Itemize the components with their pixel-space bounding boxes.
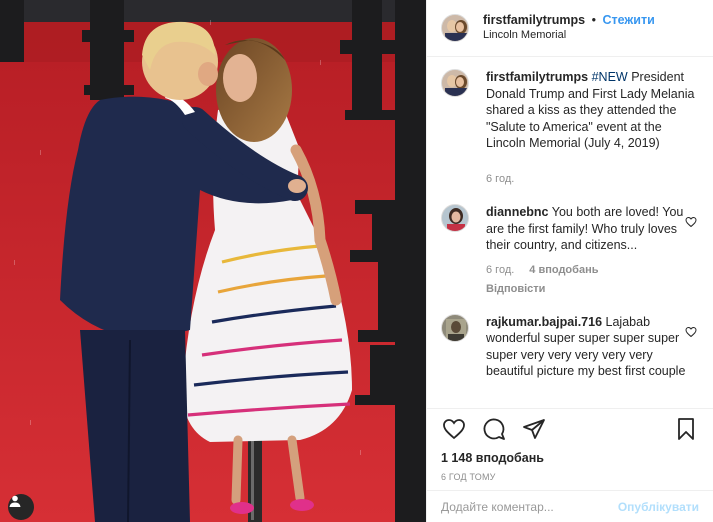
header-text: firstfamilytrumps • Стежити Lincoln Memo…	[483, 13, 655, 43]
caption-meta: 6 год.	[486, 171, 696, 188]
header-username[interactable]: firstfamilytrumps	[483, 13, 585, 27]
comment-meta: 6 год. 4 вподобань	[486, 262, 696, 279]
add-comment-bar: Опублікувати	[427, 490, 713, 522]
reply-button[interactable]: Відповісти	[486, 281, 696, 298]
caption: firstfamilytrumps #NEW President Donald …	[441, 69, 699, 187]
list-item: diannebnc You both are loved! You are th…	[441, 204, 699, 298]
comment-body: diannebnc You both are loved! You are th…	[486, 204, 696, 298]
follow-button[interactable]: Стежити	[602, 13, 654, 27]
avatar[interactable]	[441, 204, 469, 232]
location-link[interactable]: Lincoln Memorial	[483, 28, 655, 43]
caption-time[interactable]: 6 год.	[486, 171, 514, 188]
user-account-icon[interactable]	[8, 494, 34, 520]
comment-bubble-icon[interactable]	[481, 416, 507, 442]
bookmark-icon[interactable]	[673, 416, 699, 442]
comments-list[interactable]: firstfamilytrumps #NEW President Donald …	[427, 57, 713, 408]
action-bar	[427, 408, 713, 448]
avatar[interactable]	[441, 14, 469, 42]
post-timestamp[interactable]: 6 ГОД ТОМУ	[427, 468, 713, 490]
send-icon[interactable]	[521, 416, 547, 442]
comment-body: rajkumar.bajpai.716 Lajabab wonderful su…	[486, 314, 696, 380]
heart-icon[interactable]	[685, 326, 697, 338]
avatar[interactable]	[441, 313, 469, 342]
post-header: firstfamilytrumps • Стежити Lincoln Memo…	[427, 0, 713, 57]
heart-icon[interactable]	[441, 416, 467, 442]
comment-username[interactable]: rajkumar.bajpai.716	[486, 315, 602, 329]
post-photo[interactable]	[0, 0, 426, 522]
avatar[interactable]	[441, 69, 469, 97]
caption-username[interactable]: firstfamilytrumps	[486, 70, 588, 84]
likes-count[interactable]: 1 148 вподобань	[427, 448, 713, 468]
header-separator: •	[591, 13, 596, 27]
instagram-post: firstfamilytrumps • Стежити Lincoln Memo…	[0, 0, 713, 522]
comment-likes[interactable]: 4 вподобань	[529, 262, 598, 279]
post-side-panel: firstfamilytrumps • Стежити Lincoln Memo…	[426, 0, 713, 522]
photo-illustration	[0, 0, 426, 522]
comment-username[interactable]: diannebnc	[486, 205, 549, 219]
caption-body: firstfamilytrumps #NEW President Donald …	[486, 69, 696, 187]
list-item: rajkumar.bajpai.716 Lajabab wonderful su…	[441, 313, 699, 380]
publish-button[interactable]: Опублікувати	[618, 500, 699, 514]
caption-hashtag[interactable]: #NEW	[592, 70, 628, 84]
comment-time[interactable]: 6 год.	[486, 262, 514, 279]
heart-icon[interactable]	[685, 216, 697, 228]
comment-input[interactable]	[441, 499, 618, 514]
